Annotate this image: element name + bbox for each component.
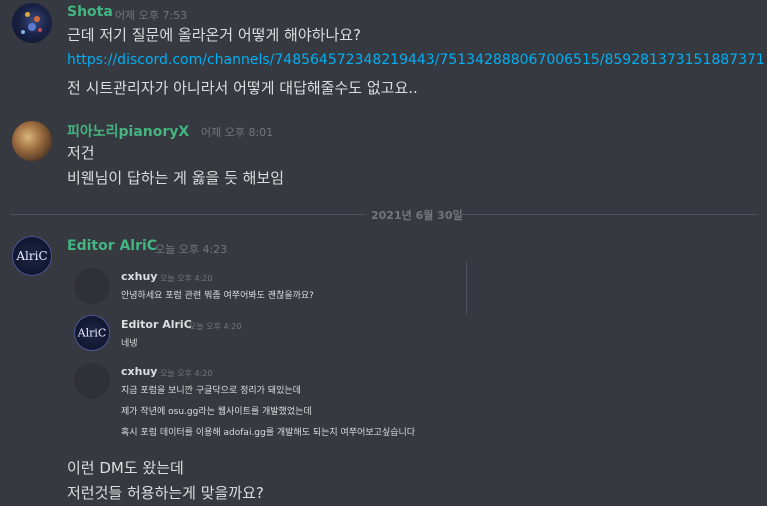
avatar-editor-alric-small: AlriC <box>74 315 110 351</box>
date-divider: 2021년 6월 30일 <box>371 209 463 222</box>
divider-line-right <box>462 214 757 215</box>
message-timestamp: 어제 오후 7:53 <box>115 9 188 22</box>
quoted-timestamp: 오늘 오후 4:20 <box>160 274 213 283</box>
avatar-cxhuy <box>74 268 110 304</box>
message-text: 저건 <box>67 144 95 162</box>
quoted-author: cxhuy <box>121 270 158 283</box>
message-text: 전 시트관리자가 아니라서 어떻게 대답해줄수도 없고요.. <box>67 79 418 97</box>
quoted-author: Editor AlriC <box>121 318 192 331</box>
avatar-text: AlriC <box>77 326 107 340</box>
quoted-text: 안녕하세요 포럼 관련 뭐좀 여쭈어봐도 괜찮을까요? <box>121 291 314 301</box>
quoted-text: 네넹 <box>121 339 138 349</box>
message-text: 비웬님이 답하는 게 옳을 듯 해보임 <box>67 169 285 187</box>
author-name[interactable]: Shota <box>67 4 113 20</box>
message-link[interactable]: https://discord.com/channels/74856457234… <box>67 52 765 68</box>
avatar-editor-alric[interactable]: AlriC <box>12 236 52 276</box>
divider-line-left <box>10 214 365 215</box>
avatar-cxhuy <box>74 363 110 399</box>
avatar-text: AlriC <box>16 249 48 263</box>
avatar-pianoryx[interactable] <box>12 121 52 161</box>
quoted-timestamp: 오늘 오후 4:20 <box>189 322 242 331</box>
quoted-text: 제가 작년에 osu.gg라는 웹사이트를 개발했었는데 <box>121 407 312 417</box>
quoted-text: 혹시 포럼 데이터를 이용해 adofai.gg를 개발해도 되는지 여쭈어보고… <box>121 428 416 438</box>
author-name[interactable]: 피아노리pianoryX <box>67 121 189 141</box>
message-timestamp: 오늘 오후 4:23 <box>155 243 228 256</box>
message-text: 저런것들 허용하는게 맞을까요? <box>67 484 264 502</box>
author-name[interactable]: Editor AlriC <box>67 238 157 254</box>
message-timestamp: 어제 오후 8:01 <box>201 126 274 139</box>
embed-divider <box>466 262 467 314</box>
message-text: 근데 저기 질문에 올라온거 어떻게 해야하나요? <box>67 26 362 44</box>
quoted-text: 지금 포럼을 보니깐 구글닥으로 정리가 돼있는데 <box>121 386 301 396</box>
message-text: 이런 DM도 왔는데 <box>67 459 184 477</box>
quoted-author: cxhuy <box>121 365 158 378</box>
quoted-timestamp: 오늘 오후 4:20 <box>160 369 213 378</box>
chat-messages: Shota 어제 오후 7:53 근데 저기 질문에 올라온거 어떻게 해야하나… <box>0 0 767 506</box>
avatar-shota[interactable] <box>12 3 52 43</box>
